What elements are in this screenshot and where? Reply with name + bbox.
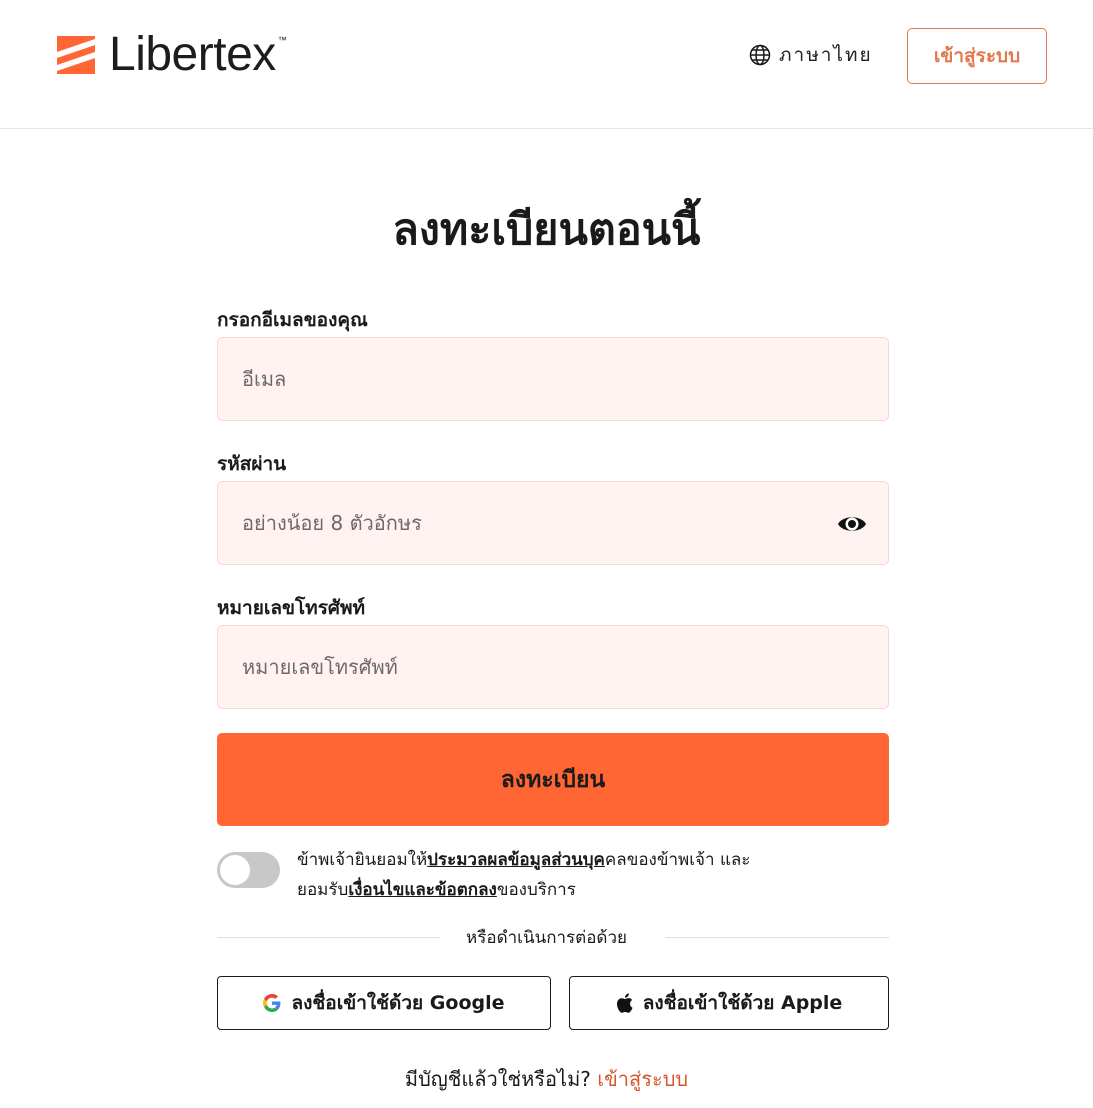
globe-icon xyxy=(749,44,771,66)
consent-text-part: ยอมรับ xyxy=(297,880,349,900)
divider-text: หรือดำเนินการต่อด้วย xyxy=(466,928,627,948)
terms-link[interactable]: เงื่อนไขและข้อตกลง xyxy=(348,880,497,900)
email-field[interactable] xyxy=(242,367,864,391)
apple-signin-button[interactable]: ลงชื่อเข้าใช้ด้วย Apple xyxy=(569,976,889,1030)
google-icon xyxy=(263,994,281,1012)
have-account-text: มีบัญชีแล้วใช่หรือไม่? xyxy=(404,1067,591,1091)
consent-toggle[interactable] xyxy=(217,852,280,888)
password-field-wrapper xyxy=(217,481,889,565)
apple-icon xyxy=(616,993,633,1013)
consent-text-part: คลของข้าพเจ้า และ xyxy=(604,850,751,870)
toggle-knob xyxy=(220,855,250,885)
google-button-label: ลงชื่อเข้าใช้ด้วย Google xyxy=(291,992,505,1014)
header: Libertex ™ ภาษาไทย เข้าสู่ระบบ xyxy=(0,0,1093,129)
language-label: ภาษาไทย xyxy=(779,44,873,66)
google-signin-button[interactable]: ลงชื่อเข้าใช้ด้วย Google xyxy=(217,976,551,1030)
password-label: รหัสผ่าน xyxy=(217,453,287,475)
logo-text: Libertex xyxy=(109,28,276,81)
libertex-logo-icon xyxy=(57,36,95,74)
email-label: กรอกอีเมลของคุณ xyxy=(217,309,368,331)
page-title: ลงทะเบียนตอนนี้ xyxy=(392,205,701,255)
header-login-button[interactable]: เข้าสู่ระบบ xyxy=(907,28,1047,84)
have-account-row: มีบัญชีแล้วใช่หรือไม่? เข้าสู่ระบบ xyxy=(0,1064,1093,1094)
bottom-login-link[interactable]: เข้าสู่ระบบ xyxy=(597,1067,688,1091)
libertex-logo[interactable]: Libertex ™ xyxy=(57,28,287,81)
consent-text: ข้าพเจ้ายินยอมให้ประมวลผลข้อมูลส่วนบุคคล… xyxy=(297,845,897,905)
apple-button-label: ลงชื่อเข้าใช้ด้วย Apple xyxy=(642,992,843,1014)
password-field[interactable] xyxy=(242,511,864,535)
register-button[interactable]: ลงทะเบียน xyxy=(217,733,889,826)
consent-text-part: ข้าพเจ้ายินยอมให้ xyxy=(297,850,428,870)
phone-field[interactable] xyxy=(242,655,864,679)
consent-text-part: ของบริการ xyxy=(496,880,576,900)
phone-field-wrapper xyxy=(217,625,889,709)
logo-trademark: ™ xyxy=(277,35,287,45)
email-field-wrapper xyxy=(217,337,889,421)
eye-icon[interactable] xyxy=(836,510,868,538)
phone-label: หมายเลขโทรศัพท์ xyxy=(217,597,366,619)
divider-line-right xyxy=(665,937,889,938)
language-selector[interactable]: ภาษาไทย xyxy=(749,42,873,68)
privacy-policy-link[interactable]: ประมวลผลข้อมูลส่วนบุค xyxy=(427,850,605,870)
